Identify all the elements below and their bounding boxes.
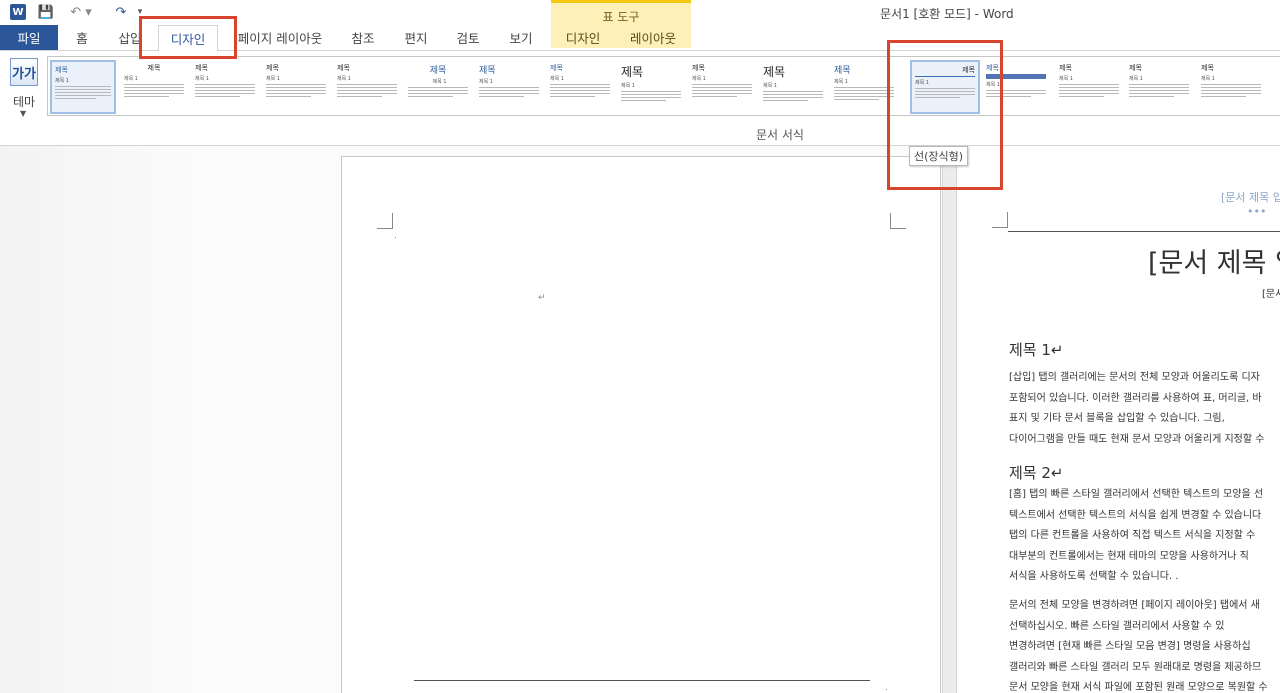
themes-label: 테마 [12,95,36,109]
style-set-item[interactable]: 제목 제목 1 [1198,60,1264,114]
undo-button[interactable]: ↶ ▾ [66,2,96,22]
margin-corner-mark [992,212,1008,228]
highlight-box-design-tab [139,16,237,59]
table-border-line [414,680,870,681]
table-tools-title: 표 도구 [602,10,640,24]
heading-2[interactable]: 제목 2↵ [1009,462,1063,483]
body-paragraph-1[interactable]: [삽입] 탭의 갤러리에는 문서의 전체 모양과 어울리도록 디자 포함되어 있… [1009,368,1280,450]
style-set-item[interactable]: 제목 제목 1 [405,60,471,114]
document-page-1[interactable]: . ↵ . [341,156,941,693]
style-set-item[interactable]: 제목 제목 1 [618,60,684,114]
heading-1[interactable]: 제목 1↵ [1009,339,1063,360]
tab-review[interactable]: 검토 [446,25,490,50]
margin-corner-mark [377,213,393,229]
redo-button[interactable]: ↷ [106,2,136,22]
save-button[interactable]: 💾 [36,2,56,22]
paragraph-mark: ↵ [538,293,546,303]
paragraph-mark: . [885,683,888,693]
style-set-item[interactable]: 제목 제목 1 [760,60,826,114]
highlight-box-style-item [887,40,1003,190]
style-set-item[interactable]: 제목 제목 1 [192,60,258,114]
header-dots: ••• [1247,205,1267,218]
document-subtitle[interactable]: [문서 [1262,285,1280,300]
word-app-icon[interactable]: W [8,2,28,22]
body-paragraph-2[interactable]: [홈] 탭의 빠른 스타일 갤러리에서 선택한 텍스트의 모양을 선 텍스트에서… [1009,485,1280,588]
style-set-item[interactable]: 제목 제목 1 [1126,60,1192,114]
style-set-item[interactable]: 제목 제목 1 [263,60,329,114]
redo-icon: ↷ [115,4,127,20]
header-title-placeholder: [문서 제목 입 [1221,191,1280,204]
style-set-item[interactable]: 제목 제목 1 [547,60,613,114]
window-title: 문서1 [호환 모드] - Word [880,7,1014,21]
body-paragraph-3[interactable]: 문서의 전체 모양을 변경하려면 [페이지 레이아웃] 탭에서 새 선택하십시오… [1009,596,1280,693]
document-area[interactable]: . ↵ . [문서 제목 입 ••• [문서 제목 입 [문서 제목 1↵ [삽… [0,146,1280,693]
title-rule [1008,231,1280,232]
style-set-item[interactable]: 제목 제목 1 [476,60,542,114]
undo-icon: ↶ ▾ [70,4,92,20]
tab-references[interactable]: 참조 [340,25,386,50]
chevron-down-icon: ▼ [20,109,27,118]
tab-home[interactable]: 홈 [62,25,102,50]
page-gap [942,146,956,693]
ribbon-design: 가가 테마 ▼ 제목 제목 1 제목 제목 1 제목 제목 1 제목 제목 1 … [0,50,1280,146]
tab-table-design[interactable]: 디자인 [556,25,610,50]
style-set-gallery: 제목 제목 1 제목 제목 1 제목 제목 1 제목 제목 1 제목 제목 1 … [47,56,1280,116]
document-title[interactable]: [문서 제목 입 [1148,241,1280,280]
margin-corner-mark [890,213,906,229]
tab-table-layout[interactable]: 레이아웃 [620,25,686,50]
save-icon: 💾 [37,4,55,20]
group-label-document-formatting: 문서 서식 [756,128,804,142]
style-set-item[interactable]: 제목 제목 1 [334,60,400,114]
document-page-2[interactable]: [문서 제목 입 ••• [문서 제목 입 [문서 제목 1↵ [삽입] 탭의 … [956,146,1280,693]
themes-button[interactable]: 가가 테마 ▼ [6,55,42,119]
tab-mailings[interactable]: 편지 [394,25,438,50]
tab-page-layout[interactable]: 페이지 레이아웃 [230,25,330,50]
tab-file[interactable]: 파일 [0,25,58,50]
style-set-item[interactable]: 제목 제목 1 [50,60,116,114]
style-set-item[interactable]: 제목 제목 1 [1056,60,1122,114]
style-set-item[interactable]: 제목 제목 1 [689,60,755,114]
style-set-item[interactable]: 제목 제목 1 [121,60,187,114]
tab-view[interactable]: 보기 [498,25,544,50]
paragraph-mark: . [394,231,397,241]
themes-icon: 가가 [10,58,38,86]
